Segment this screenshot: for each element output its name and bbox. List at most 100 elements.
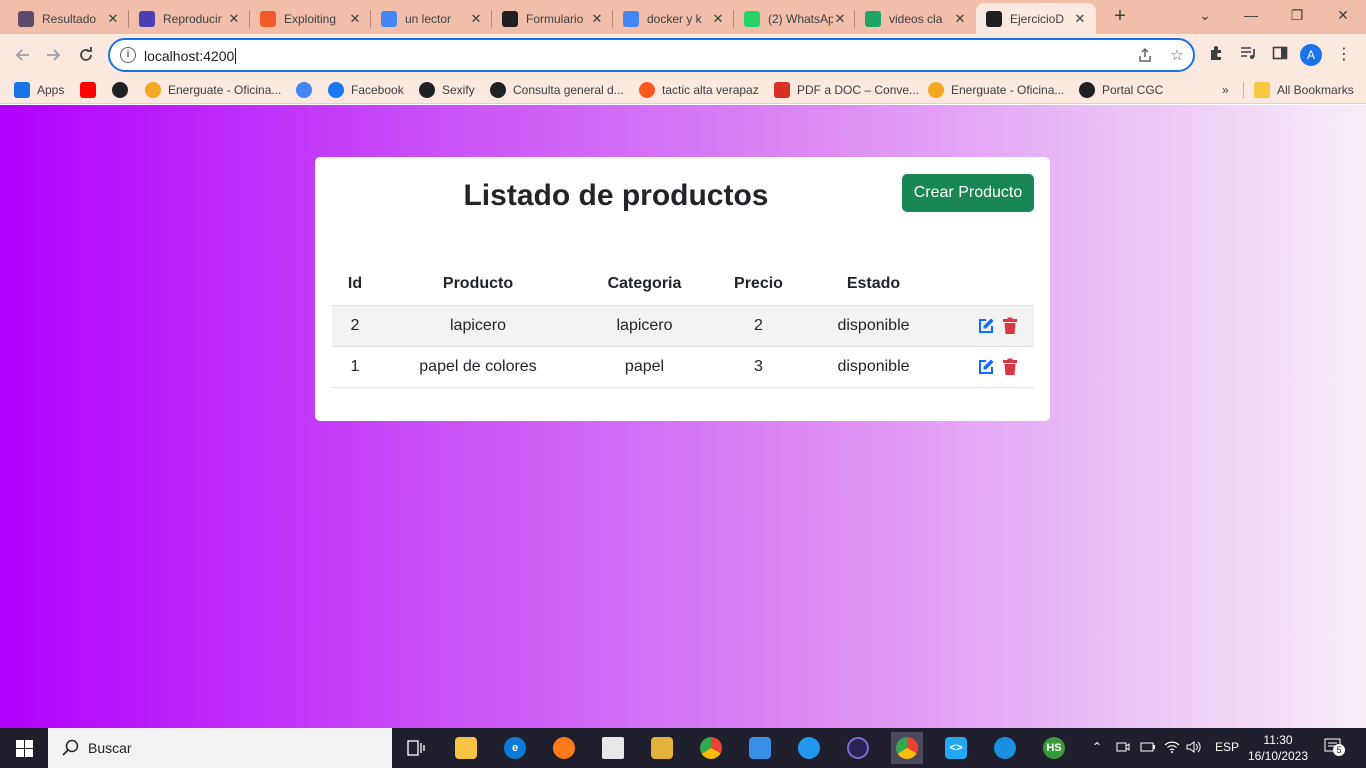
tools-icon[interactable] <box>646 732 678 764</box>
trash-icon[interactable] <box>1001 358 1019 376</box>
tab-label: EjercicioD <box>1010 11 1065 26</box>
close-tab-icon[interactable]: ✕ <box>710 11 726 27</box>
back-button[interactable] <box>10 43 34 67</box>
edit-icon[interactable] <box>977 358 995 376</box>
url-text[interactable]: localhost:4200 <box>144 48 236 64</box>
taskbar-search[interactable]: Buscar <box>48 728 392 768</box>
tab-search-icon[interactable]: ⌄ <box>1182 0 1228 30</box>
column-header: Precio <box>711 264 806 306</box>
browser-tab[interactable]: un lector ✕ <box>371 3 492 34</box>
bookmark-item[interactable]: Facebook <box>328 81 404 99</box>
column-header: Estado <box>806 264 941 306</box>
close-tab-icon[interactable]: ✕ <box>105 11 121 27</box>
bookmarks-overflow-button[interactable]: » <box>1222 81 1229 99</box>
cell-actions <box>941 305 1034 347</box>
bookmark-item[interactable] <box>80 81 96 99</box>
notifications-icon[interactable]: 5 <box>1324 738 1345 759</box>
browser-tab[interactable]: EjercicioD ✕ <box>976 3 1096 34</box>
reload-button[interactable] <box>74 43 98 67</box>
edge-icon[interactable]: e <box>499 732 531 764</box>
browser-tab[interactable]: Reproducir ✕ <box>129 3 250 34</box>
firefox-icon[interactable] <box>548 732 580 764</box>
bookmark-item[interactable]: Portal CGC <box>1079 81 1163 99</box>
file-explorer-icon[interactable] <box>450 732 482 764</box>
bookmark-item[interactable]: Energuate - Oficina... <box>145 81 281 99</box>
app-icon[interactable] <box>989 732 1021 764</box>
browser-tab[interactable]: (2) WhatsApp✕ <box>734 3 855 34</box>
side-panel-icon[interactable] <box>1270 45 1290 65</box>
edit-icon[interactable] <box>977 317 995 335</box>
whatsapp-icon <box>744 10 760 27</box>
bookmark-item[interactable]: Energuate - Oficina... <box>928 81 1064 99</box>
volume-icon[interactable] <box>1186 740 1202 757</box>
forward-button[interactable] <box>42 43 66 67</box>
new-tab-button[interactable]: + <box>1108 5 1132 29</box>
trash-icon[interactable] <box>1001 317 1019 335</box>
globe-icon <box>1079 82 1095 98</box>
kebab-menu-icon[interactable]: ⋮ <box>1334 45 1354 65</box>
chrome-icon[interactable] <box>695 732 727 764</box>
language-indicator[interactable]: ESP <box>1215 740 1239 754</box>
mail-icon[interactable] <box>744 732 776 764</box>
browser-tab[interactable]: videos cla ✕ <box>855 3 976 34</box>
bookmark-item[interactable]: tactic alta verapaz <box>639 81 759 99</box>
close-tab-icon[interactable]: ✕ <box>468 11 484 27</box>
browser-tab[interactable]: Exploiting ✕ <box>250 3 371 34</box>
bookmark-star-icon[interactable]: ☆ <box>1168 47 1186 65</box>
restore-button[interactable]: ❐ <box>1274 0 1320 30</box>
site-info-icon[interactable]: i <box>120 47 136 63</box>
address-bar[interactable]: i localhost:4200 ☆ <box>108 38 1195 72</box>
extensions-icon[interactable] <box>1206 45 1226 65</box>
bookmark-item[interactable]: Apps <box>14 81 64 99</box>
minimize-button[interactable]: — <box>1228 0 1274 30</box>
close-tab-icon[interactable]: ✕ <box>833 11 847 27</box>
tab-label: docker y k <box>647 11 702 26</box>
create-product-button[interactable]: Crear Producto <box>902 174 1034 212</box>
taskbar-clock[interactable]: 11:30 16/10/2023 <box>1240 732 1316 764</box>
tab-strip: Resultado ✕ Reproducir ✕ Exploiting ✕ un lecto… <box>0 0 1366 34</box>
share-icon[interactable] <box>1136 47 1154 65</box>
close-tab-icon[interactable]: ✕ <box>347 11 363 27</box>
close-tab-icon[interactable]: ✕ <box>226 11 242 27</box>
browser-tab[interactable]: docker y k ✕ <box>613 3 734 34</box>
cell-categoria: papel <box>578 346 711 388</box>
bolt-icon <box>260 10 276 27</box>
show-hidden-icons-icon[interactable]: ⌃ <box>1092 740 1102 754</box>
task-view-icon[interactable] <box>400 732 432 764</box>
browser-tab[interactable]: Resultado ✕ <box>8 3 129 34</box>
close-window-button[interactable]: ✕ <box>1320 0 1366 30</box>
bookmark-label: PDF a DOC – Conve... <box>797 83 920 97</box>
row-actions <box>941 317 1034 335</box>
google-drive-icon <box>865 10 881 27</box>
vscode-icon[interactable]: <> <box>940 732 972 764</box>
meet-now-icon[interactable] <box>1116 740 1130 757</box>
close-tab-icon[interactable]: ✕ <box>952 11 968 27</box>
cell-estado: disponible <box>806 305 941 347</box>
profile-avatar[interactable]: A <box>1300 44 1322 66</box>
search-icon <box>62 739 79 756</box>
docker-icon[interactable] <box>793 732 825 764</box>
table-row: 1 papel de colores papel 3 disponible <box>332 346 1034 388</box>
close-tab-icon[interactable]: ✕ <box>1072 11 1088 27</box>
close-tab-icon[interactable]: ✕ <box>589 11 605 27</box>
bookmark-item[interactable] <box>112 81 128 99</box>
bookmark-item[interactable]: Sexify <box>419 81 475 99</box>
energuate-icon <box>928 82 944 98</box>
heidisql-icon[interactable]: HS <box>1038 732 1070 764</box>
all-bookmarks-button[interactable]: All Bookmarks <box>1254 81 1354 99</box>
wifi-icon[interactable] <box>1164 740 1180 757</box>
bookmark-item[interactable]: PDF a DOC – Conve... <box>774 81 919 99</box>
battery-icon[interactable] <box>1140 740 1156 757</box>
browser-tab[interactable]: Formulario ✕ <box>492 3 613 34</box>
eclipse-icon[interactable] <box>842 732 874 764</box>
youtube-icon <box>80 82 96 98</box>
tab-label: un lector <box>405 11 452 26</box>
windows-taskbar: Buscar e <> HS ⌃ ESP 11:30 16/10/2023 5 <box>0 728 1366 768</box>
bookmark-item[interactable] <box>296 81 312 99</box>
start-button[interactable] <box>0 728 48 768</box>
bookmark-item[interactable]: Consulta general d... <box>490 81 624 99</box>
store-icon[interactable] <box>597 732 629 764</box>
chrome-active-icon[interactable] <box>891 732 923 764</box>
apps-grid-icon <box>14 82 30 98</box>
media-controls-icon[interactable] <box>1238 45 1258 65</box>
